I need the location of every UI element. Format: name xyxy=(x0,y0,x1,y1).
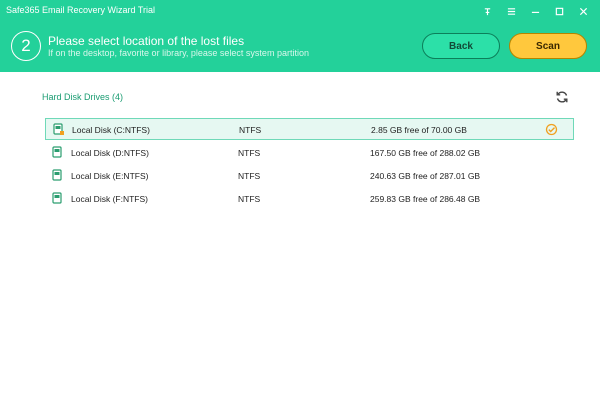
drive-free-space: 2.85 GB free of 70.00 GB xyxy=(371,125,467,135)
hard-drive-icon xyxy=(51,192,64,205)
drive-row-d[interactable]: Local Disk (D:NTFS) NTFS 167.50 GB free … xyxy=(45,142,574,164)
menu-icon[interactable] xyxy=(502,4,520,18)
hard-drive-icon xyxy=(51,146,64,159)
step-title: Please select location of the lost files xyxy=(48,34,245,48)
minimize-icon[interactable] xyxy=(526,4,544,18)
window-controls xyxy=(478,4,592,18)
header-bar: Safe365 Email Recovery Wizard Trial 2 Pl… xyxy=(0,0,600,72)
drive-filesystem: NTFS xyxy=(239,125,262,135)
drive-filesystem: NTFS xyxy=(238,194,261,204)
drive-free-space: 259.83 GB free of 286.48 GB xyxy=(370,194,481,204)
maximize-icon[interactable] xyxy=(550,4,568,18)
step-subtitle: If on the desktop, favorite or library, … xyxy=(48,48,309,58)
drive-name: Local Disk (E:NTFS) xyxy=(71,171,149,181)
drive-name: Local Disk (F:NTFS) xyxy=(71,194,148,204)
close-icon[interactable] xyxy=(574,4,592,18)
drive-name: Local Disk (D:NTFS) xyxy=(71,148,149,158)
drive-name: Local Disk (C:NTFS) xyxy=(72,125,150,135)
pin-icon[interactable] xyxy=(478,4,496,18)
back-button[interactable]: Back xyxy=(422,33,500,59)
drive-filesystem: NTFS xyxy=(238,148,261,158)
step-number-badge: 2 xyxy=(11,31,41,61)
drive-row-e[interactable]: Local Disk (E:NTFS) NTFS 240.63 GB free … xyxy=(45,165,574,187)
drive-filesystem: NTFS xyxy=(238,171,261,181)
drive-row-f[interactable]: Local Disk (F:NTFS) NTFS 259.83 GB free … xyxy=(45,188,574,210)
hard-drive-icon xyxy=(51,169,64,182)
drive-free-space: 240.63 GB free of 287.01 GB xyxy=(370,171,481,181)
selected-check-icon xyxy=(545,123,558,136)
window-title: Safe365 Email Recovery Wizard Trial xyxy=(6,5,156,15)
scan-button[interactable]: Scan xyxy=(509,33,587,59)
refresh-icon[interactable] xyxy=(555,90,569,104)
drive-row-c[interactable]: Local Disk (C:NTFS) NTFS 2.85 GB free of… xyxy=(45,118,574,140)
hard-drive-icon xyxy=(52,123,65,136)
section-title-hard-disk-drives: Hard Disk Drives (4) xyxy=(42,92,124,102)
drive-free-space: 167.50 GB free of 288.02 GB xyxy=(370,148,481,158)
